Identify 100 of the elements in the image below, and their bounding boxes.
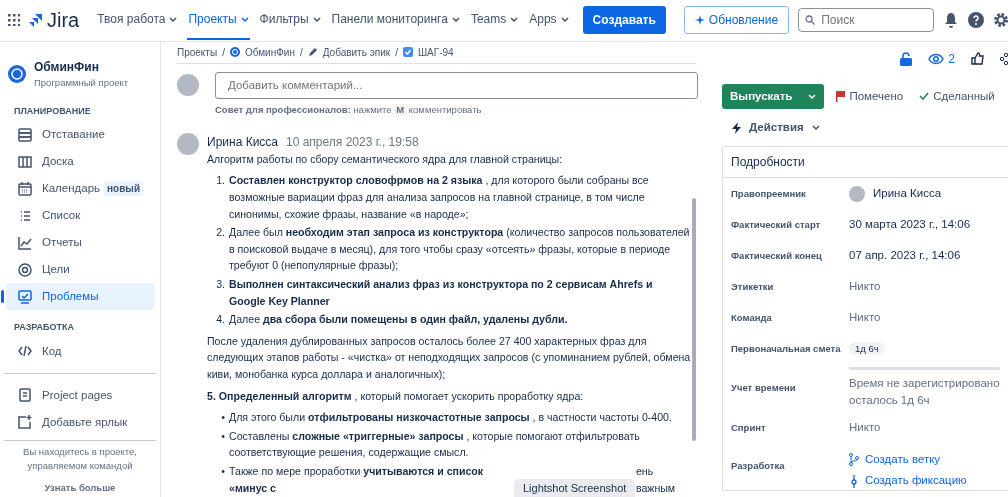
caret-icon — [451, 15, 460, 23]
code-icon — [18, 344, 32, 359]
list-marker: • — [220, 410, 225, 426]
field-value: Никто — [849, 421, 881, 433]
app-grid-icon[interactable] — [8, 14, 20, 27]
comment-paragraph: Алгоритм работы по сбору семантического ядра для главной страницы: — [207, 151, 564, 167]
breadcrumb-link[interactable]: Проекты — [177, 44, 218, 60]
new-badge: новый — [104, 181, 144, 197]
status-button[interactable]: Выпускать — [722, 83, 825, 109]
nav-menu[interactable]: Фильтры — [258, 0, 322, 41]
breadcrumb-separator: / — [222, 45, 225, 60]
caret-icon — [312, 15, 321, 23]
time-logged-text: Время не зарегистрировано — [849, 375, 1000, 391]
flag-button[interactable]: Помечено — [832, 85, 908, 107]
list-icon — [18, 208, 32, 223]
section-heading: РАЗРАБОТКА — [13, 321, 76, 335]
sidebar-item[interactable]: Отчеты — [6, 229, 154, 257]
line-chart-icon — [18, 235, 32, 250]
target-icon — [18, 262, 32, 277]
scrollbar-thumb[interactable] — [692, 197, 696, 441]
settings-icon[interactable] — [993, 12, 1008, 29]
time-remaining-text: осталось 1д 6ч — [849, 393, 931, 409]
tooltip: Lightshot Screenshot — [514, 478, 636, 497]
nav-menu[interactable]: Teams — [469, 0, 520, 41]
dev-link[interactable]: Создать ветку — [849, 451, 1000, 469]
pencil-icon — [307, 47, 318, 58]
comment-field[interactable]: Добавить комментарий... — [215, 71, 698, 99]
create-button[interactable]: Создавать — [582, 6, 666, 35]
project-avatar-icon — [229, 47, 240, 58]
breadcrumb-link[interactable]: ШАГ-94 — [417, 44, 454, 60]
nav-menu[interactable]: Проекты — [187, 0, 250, 41]
sparkle-icon — [694, 15, 705, 26]
field-label: Учет времени — [731, 381, 797, 395]
flag-icon — [836, 90, 846, 102]
lightning-icon — [732, 121, 741, 134]
field-label: Фактический старт — [731, 217, 822, 232]
share-icon[interactable] — [1000, 52, 1008, 65]
resolution-button[interactable]: Сделанный — [915, 85, 999, 107]
sidebar-item[interactable]: Код — [6, 337, 154, 365]
team-managed-note: Вы находитесь в проекте, управляемом командой — [22, 444, 138, 474]
sidebar-item[interactable]: Доска — [6, 148, 154, 176]
update-button[interactable]: Обновление — [683, 6, 790, 35]
help-icon[interactable] — [968, 12, 985, 29]
board-columns-icon — [18, 154, 32, 169]
list-item-text: Также по мере проработки учитываются и список «минус с — [229, 463, 485, 496]
breadcrumb-separator: / — [395, 45, 398, 60]
commit-icon — [849, 474, 859, 488]
watcher-count: 2 — [948, 50, 955, 68]
pro-tip-text: Совет для профессионалов: нажмите M комментировать — [215, 102, 483, 117]
dev-link[interactable]: Создать фиксацию — [849, 472, 1000, 490]
list-marker: 3. — [215, 277, 225, 293]
project-type: Программный проект — [34, 75, 129, 90]
add-shortcut-icon — [18, 415, 32, 430]
list-item-text: Составлены сложные «триггерные» запросы , которые помогают отфильтровать соответствующие решения, содержащие смысл. — [229, 428, 641, 461]
project-avatar-icon — [8, 64, 26, 83]
breadcrumb-link[interactable]: ОбминФин — [244, 44, 295, 60]
notification-bell-icon[interactable] — [943, 12, 960, 29]
sidebar-link[interactable]: Project pages — [6, 381, 154, 409]
actions-button[interactable]: Действия — [728, 116, 824, 139]
avatar-placeholder — [849, 185, 865, 202]
field-label: Первоначальная смета — [731, 341, 842, 356]
field-label: Правопреемник — [731, 186, 807, 201]
breadcrumb-link[interactable]: Добавить эпик — [322, 44, 391, 60]
caret-icon — [169, 15, 178, 23]
nav-menu[interactable]: Apps — [528, 0, 570, 41]
caret-icon — [240, 15, 249, 23]
list-item-text: Далее два сбора были помещены в один файл, удалены дубли. — [229, 312, 568, 328]
sidebar-item[interactable]: Календарь новый — [6, 175, 154, 203]
sidebar-link[interactable]: Добавьте ярлык — [6, 408, 154, 436]
avatar-placeholder — [177, 132, 199, 155]
list-marker: 1. — [215, 173, 225, 189]
nav-menu[interactable]: Панели мониторинга — [330, 0, 461, 41]
caret-icon — [510, 15, 519, 23]
field-value: Никто — [849, 280, 881, 292]
caret-icon — [808, 92, 817, 100]
eye-icon[interactable] — [928, 52, 945, 65]
comment-paragraph: После удаления дублированных запросов осталось более 27 400 характерных фраз для следующих этапов работы - «чистка» от неподходящих запросов (с упоминанием рублей, обмена киви, монобанка курса доллара и аналогичных); — [207, 333, 692, 382]
caret-icon — [811, 124, 820, 131]
sidebar-item[interactable]: Цели — [6, 256, 154, 284]
thumbs-up-icon[interactable] — [971, 52, 984, 66]
search-field[interactable]: Поиск — [798, 8, 935, 33]
field-label: Этикетки — [731, 279, 775, 294]
field-label: Разработка — [731, 459, 786, 474]
comment-paragraph: 5. Определенный алгоритм , который помогает ускорить проработку ядра: — [207, 388, 585, 404]
section-heading: ПЛАНИРОВАНИЕ — [13, 104, 92, 118]
branch-icon — [849, 453, 859, 467]
list-marker: 2. — [215, 225, 225, 241]
unlocked-padlock-icon[interactable] — [900, 51, 913, 66]
sidebar-item[interactable]: Список — [6, 202, 154, 230]
list-marker: 4. — [215, 312, 225, 328]
avatar-placeholder — [177, 74, 199, 97]
task-checkbox-icon — [402, 47, 413, 58]
estimate-tag: 1д 6ч — [849, 342, 885, 355]
field-label: Спринт — [731, 420, 767, 435]
sidebar-item[interactable]: Отставание — [6, 121, 154, 149]
assignee-name[interactable]: Ирина Кисса — [873, 185, 942, 203]
backlog-icon — [18, 127, 32, 142]
comment-author[interactable]: Ирина Кисса — [207, 132, 278, 151]
nav-menu[interactable]: Твоя работа — [96, 0, 179, 41]
learn-more-link[interactable]: Узнать больше — [0, 481, 160, 496]
